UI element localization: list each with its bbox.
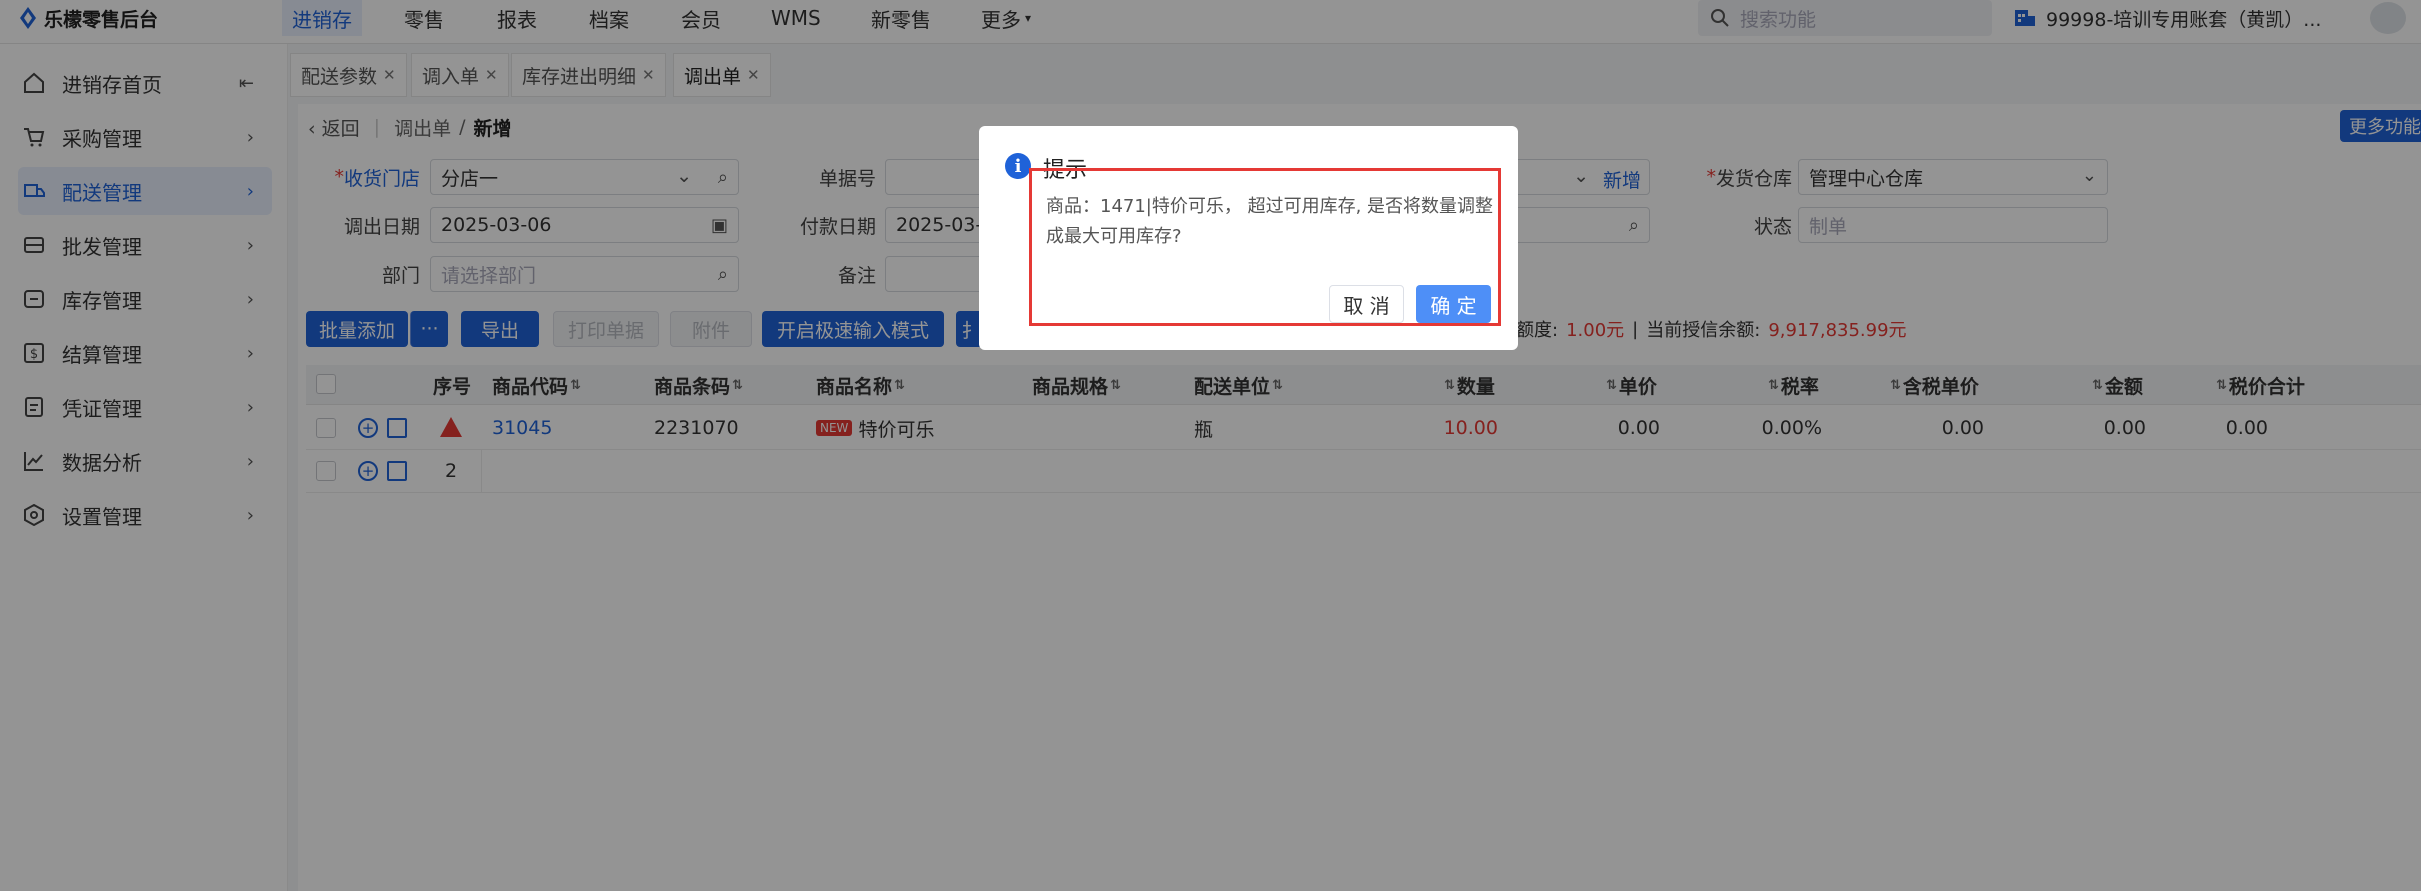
info-icon: i (1005, 153, 1031, 179)
confirm-button[interactable]: 确 定 (1416, 285, 1491, 323)
cancel-button[interactable]: 取 消 (1329, 285, 1404, 323)
